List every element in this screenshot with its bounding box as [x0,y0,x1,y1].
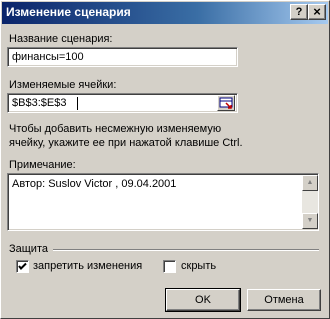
protection-group-divider [53,249,319,251]
close-button[interactable]: × [308,4,326,20]
prevent-changes-checkbox[interactable] [16,260,29,273]
cancel-button[interactable]: Отмена [247,289,321,311]
hint-text-line2: ячейку, укажите ее при нажатой клавише C… [9,137,243,149]
arrow-down-icon: ▼ [306,217,314,224]
scenario-name-label-text: Название сценария: [9,33,113,45]
changing-cells-label: Изменяемые ячейки: [9,79,117,91]
scenario-edit-dialog: Изменение сценария ? × Название сценария… [0,0,330,319]
comment-value: Автор: Suslov Victor , 09.04.2001 [12,178,177,190]
cell-reference-collapse-icon [219,97,233,109]
prevent-changes-label[interactable]: запретить изменения [33,260,142,272]
hide-label[interactable]: скрыть [181,260,216,272]
title-bar[interactable]: Изменение сценария ? × [2,2,328,24]
comment-textarea[interactable]: Автор: Suslov Victor , 09.04.2001 ▲ ▼ [7,173,319,231]
window-title: Изменение сценария [6,5,131,19]
protection-group-label: Защита [9,243,48,255]
scroll-down-button[interactable]: ▼ [302,213,318,229]
ok-button[interactable]: OK [165,288,241,312]
scroll-up-button[interactable]: ▲ [302,175,318,191]
hint-text-line1: Чтобы добавить несмежную изменяемую [9,123,222,135]
arrow-up-icon: ▲ [306,179,314,186]
cell-reference-button[interactable] [217,95,235,111]
hide-checkbox[interactable] [163,260,176,273]
checkmark-icon [18,262,27,270]
help-button[interactable]: ? [290,4,308,20]
comment-label: Примечание: [9,159,76,171]
changing-cells-input[interactable]: $B$3:$E$3 [7,93,238,113]
comment-scrollbar[interactable]: ▲ ▼ [302,175,318,229]
changing-cells-value: $B$3:$E$3 [12,97,67,109]
scenario-name-value: финансы=100 [12,51,84,63]
scenario-name-input[interactable]: финансы=100 [7,47,238,67]
scenario-name-label: Название сценария: [9,33,112,45]
text-cursor [77,97,78,110]
